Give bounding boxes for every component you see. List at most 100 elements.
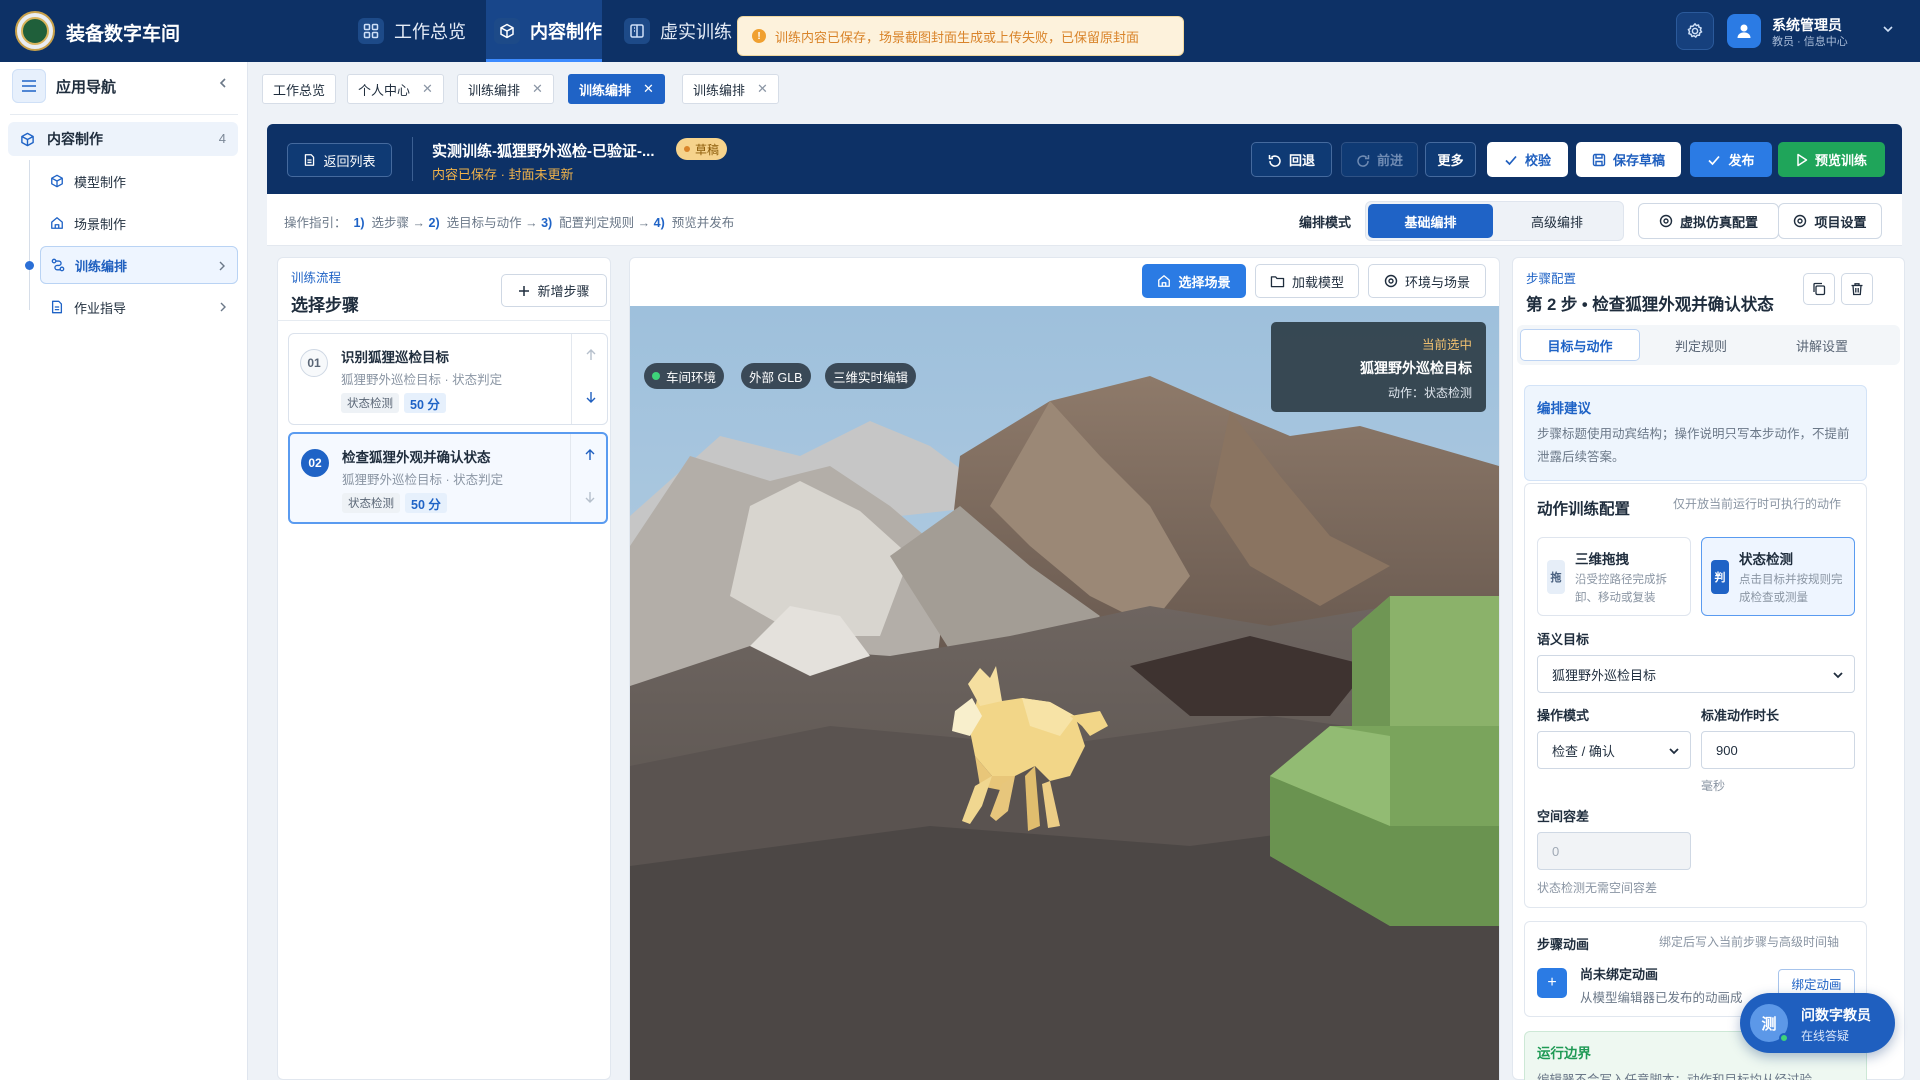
duration-unit: 毫秒 xyxy=(1701,779,1726,793)
more-button[interactable]: 更多 xyxy=(1425,142,1476,177)
redo-label: 前进 xyxy=(1376,153,1403,168)
close-icon[interactable]: ✕ xyxy=(643,81,654,97)
guide-arrow: → xyxy=(525,216,538,230)
close-icon[interactable]: ✕ xyxy=(422,81,433,97)
document-subtitle: 内容已保存 · 封面未更新 xyxy=(432,167,574,182)
tolerance-note: 状态检测无需空间容差 xyxy=(1537,881,1658,895)
mode-advanced-button[interactable]: 高级编排 xyxy=(1493,204,1621,238)
semantic-target-select[interactable]: 狐狸野外巡检目标 xyxy=(1537,655,1855,693)
save-draft-button[interactable]: 保存草稿 xyxy=(1576,142,1681,177)
tab-training-orchestration-3[interactable]: 训练编排 ✕ xyxy=(682,74,779,104)
undo-icon xyxy=(1268,153,1282,167)
step-number: 01 xyxy=(300,349,328,377)
collapse-chevron-icon[interactable] xyxy=(216,76,230,90)
add-step-button[interactable]: 新增步骤 xyxy=(501,274,607,307)
chip-external-glb: 外部 GLB xyxy=(741,363,811,389)
status-badge: 草稿 xyxy=(676,138,728,160)
tree-line xyxy=(29,160,30,310)
add-animation-icon[interactable]: + xyxy=(1537,968,1567,998)
action-option-state-check[interactable]: 判 状态检测 点击目标并按规则完成检查或测量 xyxy=(1701,537,1855,616)
nav-overview[interactable]: 工作总览 xyxy=(348,0,472,62)
validate-button[interactable]: 校验 xyxy=(1487,142,1568,177)
standard-duration-label: 标准动作时长 xyxy=(1701,708,1780,723)
user-role: 教员 · 信息中心 xyxy=(1772,36,1848,48)
sidebar-item-model[interactable]: 模型制作 xyxy=(40,162,238,200)
sim-config-button[interactable]: 虚拟仿真配置 xyxy=(1638,203,1779,239)
undo-label: 回退 xyxy=(1288,153,1315,168)
action-option-3d-drag[interactable]: 拖 三维拖拽 沿受控路径完成拆卸、移动或复装 xyxy=(1537,537,1691,616)
preview-training-button[interactable]: 预览训练 xyxy=(1778,142,1885,177)
undo-button[interactable]: 回退 xyxy=(1251,142,1332,177)
tab-training-orchestration-2[interactable]: 训练编排 ✕ xyxy=(568,74,665,104)
save-label: 保存草稿 xyxy=(1612,153,1665,168)
mode-label: 编排模式 xyxy=(1299,215,1352,230)
suggestion-title: 编排建议 xyxy=(1537,401,1591,416)
sidebar-item-training-orchestration[interactable]: 训练编排 xyxy=(40,246,238,284)
project-settings-button[interactable]: 项目设置 xyxy=(1778,203,1882,239)
chevron-down-icon[interactable] xyxy=(1881,22,1895,36)
environment-scene-button[interactable]: 环境与场景 xyxy=(1368,264,1486,298)
animation-none-label: 尚未绑定动画 xyxy=(1580,967,1659,982)
avatar[interactable] xyxy=(1727,14,1761,48)
back-to-list-button[interactable]: 返回列表 xyxy=(287,143,392,177)
trash-icon xyxy=(1850,282,1864,296)
assistant-name: 问数字教员 xyxy=(1801,1007,1871,1023)
arrow-down-icon[interactable] xyxy=(585,390,597,404)
step-card-active[interactable]: 02 检查狐狸外观并确认状态 狐狸野外巡检目标 · 状态判定 状态检测 50 分 xyxy=(288,432,608,524)
doc-icon xyxy=(303,153,316,167)
tab-overview[interactable]: 工作总览 xyxy=(262,74,337,104)
duplicate-step-button[interactable] xyxy=(1803,273,1835,305)
load-model-button[interactable]: 加载模型 xyxy=(1255,264,1359,298)
config-kicker: 步骤配置 xyxy=(1526,272,1577,286)
nav-content-creation[interactable]: 内容制作 xyxy=(486,0,602,62)
chevron-down-icon xyxy=(1832,670,1844,680)
operation-mode-label: 操作模式 xyxy=(1537,708,1590,723)
tolerance-label: 空间容差 xyxy=(1537,809,1590,824)
operation-mode-select[interactable]: 检查 / 确认 xyxy=(1537,731,1691,769)
3d-viewport[interactable] xyxy=(630,306,1499,1080)
settings-button[interactable] xyxy=(1676,12,1714,50)
tab-explain-settings[interactable]: 讲解设置 xyxy=(1762,329,1882,361)
publish-button[interactable]: 发布 xyxy=(1690,142,1772,177)
chip-label: 外部 GLB xyxy=(749,370,803,385)
action-option-desc: 沿受控路径完成拆卸、移动或复装 xyxy=(1575,574,1667,604)
tab-judge-rules[interactable]: 判定规则 xyxy=(1640,329,1762,361)
action-config-hint: 仅开放当前运行时可执行的动作 xyxy=(1673,497,1842,511)
select-value: 狐狸野外巡检目标 xyxy=(1552,667,1657,683)
mode-basic-button[interactable]: 基础编排 xyxy=(1368,204,1493,238)
tab-target-action[interactable]: 目标与动作 xyxy=(1520,329,1640,361)
chip-workshop-env: 车间环境 xyxy=(644,363,725,389)
animation-hint: 绑定后写入当前步骤与高级时间轴 xyxy=(1659,935,1840,949)
header-divider xyxy=(412,137,413,181)
warning-toast: ! 训练内容已保存，场景截图封面生成或上传失败，已保留原封面 xyxy=(737,16,1184,56)
tab-label: 工作总览 xyxy=(273,82,326,98)
sidebar-item-work-guide[interactable]: 作业指导 xyxy=(40,288,238,326)
close-icon[interactable]: ✕ xyxy=(757,81,768,97)
redo-button[interactable]: 前进 xyxy=(1341,142,1418,177)
menu-button[interactable] xyxy=(12,69,46,103)
doc-icon xyxy=(50,300,64,314)
sidebar-group-content[interactable]: 内容制作 4 xyxy=(8,122,238,156)
sidebar-item-scene[interactable]: 场景制作 xyxy=(40,204,238,242)
step-card[interactable]: 01 识别狐狸巡检目标 狐狸野外巡检目标 · 状态判定 状态检测 50 分 xyxy=(288,333,608,425)
digital-instructor-button[interactable]: 测 问数字教员 在线答疑 xyxy=(1740,993,1895,1053)
home-icon xyxy=(50,216,64,230)
nav-virtual-training[interactable]: 虚实训练 xyxy=(616,0,736,62)
select-scene-button[interactable]: 选择场景 xyxy=(1142,264,1246,298)
arrow-up-icon[interactable] xyxy=(585,348,597,362)
delete-step-button[interactable] xyxy=(1841,273,1873,305)
tab-personal-center[interactable]: 个人中心 ✕ xyxy=(347,74,444,104)
toast-text: 训练内容已保存，场景截图封面生成或上传失败，已保留原封面 xyxy=(775,29,1140,45)
chip-3d-realtime-edit: 三维实时编辑 xyxy=(825,363,917,389)
arrow-up-icon[interactable] xyxy=(584,448,596,462)
chevron-right-icon xyxy=(218,301,228,313)
animation-desc: 从模型编辑器已发布的动画成 xyxy=(1580,991,1743,1005)
tab-training-orchestration-1[interactable]: 训练编排 ✕ xyxy=(457,74,554,104)
home-icon xyxy=(1157,274,1171,288)
app-title: 装备数字车间 xyxy=(66,24,181,45)
duration-input[interactable]: 900 xyxy=(1701,731,1855,769)
tolerance-input[interactable]: 0 xyxy=(1537,832,1691,870)
close-icon[interactable]: ✕ xyxy=(532,81,543,97)
flow-divider xyxy=(277,320,611,321)
arrow-down-icon[interactable] xyxy=(584,490,596,504)
